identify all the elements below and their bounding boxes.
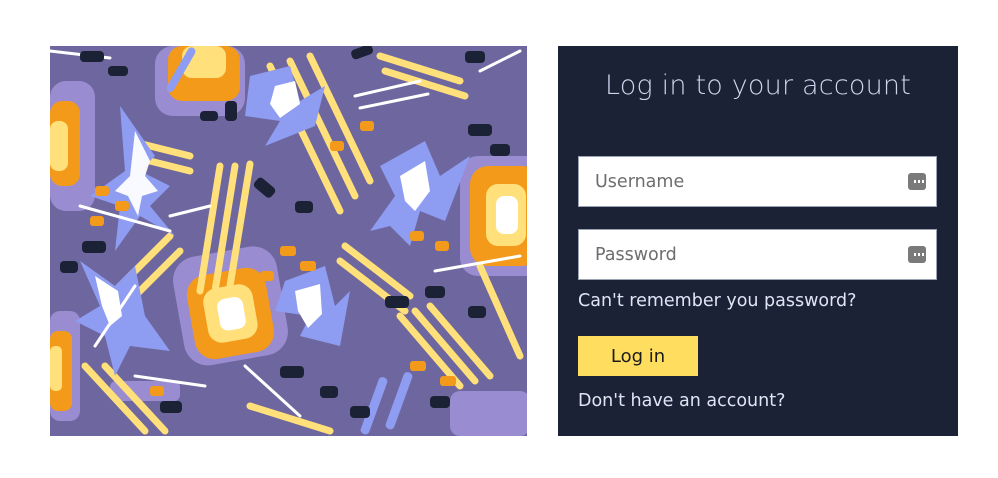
password-input[interactable]: [579, 230, 895, 279]
pattern-art: [50, 46, 527, 436]
username-input[interactable]: [579, 157, 895, 206]
username-field[interactable]: [578, 156, 937, 207]
password-field[interactable]: [578, 229, 937, 280]
signup-link[interactable]: Don't have an account?: [578, 391, 785, 411]
login-panel: Log in to your account Can't remember yo…: [558, 46, 958, 436]
password-manager-icon[interactable]: [908, 173, 926, 190]
abstract-pattern-image: [50, 46, 527, 436]
page-title: Log in to your account: [604, 70, 911, 101]
password-manager-icon[interactable]: [908, 246, 926, 263]
login-button[interactable]: Log in: [578, 336, 698, 376]
forgot-password-link[interactable]: Can't remember you password?: [578, 291, 856, 311]
